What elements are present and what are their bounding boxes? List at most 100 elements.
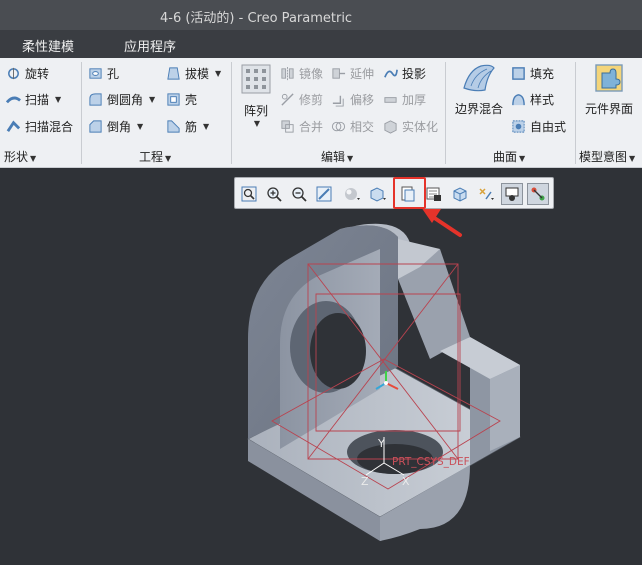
chevron-down-icon: ▼ [253, 119, 261, 128]
extend-icon [332, 67, 346, 79]
ribbon: 旋转 扫描 ▼ 扫描混合 形状 ▼ 孔 倒圆角 ▼ 倒角 ▼ 拔模 ▼ 壳 筋 ▼ [0, 58, 642, 168]
chevron-down-icon: ▼ [149, 94, 156, 104]
freestyle-button[interactable]: 自由式 [511, 115, 566, 137]
mirror-icon [281, 66, 294, 80]
annotation-display-button[interactable] [501, 183, 523, 205]
editing-group-text: 编辑 [321, 150, 346, 164]
shell-icon [167, 92, 180, 106]
datum-display-button[interactable] [475, 183, 497, 205]
surfaces-group-label[interactable]: 曲面 ▼ [493, 148, 525, 165]
refit-icon [241, 186, 257, 202]
revolve-label: 旋转 [25, 66, 50, 81]
model-canvas[interactable]: Y X Z PRT_CSYS_DEF [0, 169, 642, 565]
chevron-down-icon: ▼ [30, 154, 37, 163]
offset-label: 偏移 [350, 92, 375, 107]
tab-applications[interactable]: 应用程序 [124, 36, 176, 55]
saved-views-button[interactable] [367, 183, 389, 205]
merge-icon [281, 119, 294, 133]
editing-group-label[interactable]: 编辑 ▼ [321, 148, 353, 165]
sweep-button[interactable]: 扫描 ▼ [6, 88, 61, 110]
chevron-down-icon: ▼ [347, 154, 354, 163]
merge-button[interactable]: 合并 [280, 115, 323, 137]
swept-blend-button[interactable]: 扫描混合 [6, 115, 73, 137]
trim-button[interactable]: 修剪 [280, 88, 323, 110]
project-button[interactable]: 投影 [383, 62, 426, 84]
offset-icon [332, 95, 344, 107]
offset-button[interactable]: 偏移 [331, 88, 374, 110]
round-icon [89, 92, 102, 106]
divider [445, 62, 446, 164]
chevron-down-icon: ▼ [55, 94, 62, 104]
orient-button[interactable] [449, 183, 471, 205]
shape-group-label[interactable]: 形状 ▼ [4, 148, 36, 165]
intersect-label: 相交 [350, 119, 375, 134]
engineering-group-text: 工程 [139, 150, 164, 164]
repaint-icon [316, 186, 332, 202]
surfaces-group-text: 曲面 [493, 150, 518, 164]
chamfer-button[interactable]: 倒角 ▼ [88, 115, 143, 137]
component-interface-button[interactable]: 元件界面 [580, 62, 638, 117]
shell-button[interactable]: 壳 [166, 88, 197, 110]
chevron-down-icon: ▼ [519, 154, 526, 163]
divider [81, 62, 82, 164]
zoom-out-button[interactable] [288, 183, 310, 205]
pattern-label: 阵列 [243, 104, 268, 118]
draft-label: 拔模 [185, 66, 210, 81]
chevron-down-icon: ▼ [137, 121, 144, 131]
spin-center-button[interactable] [423, 183, 445, 205]
component-interface-label: 元件界面 [584, 102, 633, 116]
pattern-button[interactable]: 阵列 ▼ [238, 64, 274, 128]
appearance-button[interactable] [527, 183, 549, 205]
boundary-blend-label: 边界混合 [454, 102, 503, 116]
extend-button[interactable]: 延伸 [331, 62, 374, 84]
datum-display-icon [479, 188, 494, 200]
swept-blend-icon [6, 120, 21, 132]
revolve-button[interactable]: 旋转 [6, 62, 49, 84]
appearance-icon [531, 187, 545, 201]
engineering-group-label[interactable]: 工程 ▼ [139, 148, 171, 165]
refit-button[interactable] [238, 183, 260, 205]
divider [231, 62, 232, 164]
hole-label: 孔 [107, 66, 120, 81]
swept-blend-label: 扫描混合 [25, 119, 74, 134]
csys-name-label: PRT_CSYS_DEF [392, 456, 470, 468]
intersect-button[interactable]: 相交 [331, 115, 374, 137]
display-style-button[interactable] [341, 183, 363, 205]
round-label: 倒圆角 [107, 92, 144, 107]
zoom-in-button[interactable] [263, 183, 285, 205]
trim-icon [281, 92, 294, 106]
draft-button[interactable]: 拔模 ▼ [166, 62, 221, 84]
csys-y-label: Y [377, 437, 385, 450]
spin-center-toggle-icon [426, 187, 441, 201]
thicken-icon [384, 96, 397, 103]
freestyle-icon [512, 119, 525, 133]
mirror-button[interactable]: 镜像 [280, 62, 323, 84]
rib [398, 239, 470, 359]
chevron-down-icon: ▼ [215, 68, 222, 78]
style-button[interactable]: 样式 [511, 88, 554, 110]
solidify-icon [384, 119, 397, 134]
graphics-window[interactable]: Y X Z PRT_CSYS_DEF [0, 169, 642, 565]
model-intent-group-label[interactable]: 模型意图 ▼ [579, 148, 635, 165]
component-interface-icon [595, 64, 623, 92]
hole-button[interactable]: 孔 [88, 62, 119, 84]
fill-label: 填充 [530, 66, 555, 81]
annotation-arrow [421, 207, 462, 237]
boundary-blend-icon [463, 64, 495, 92]
repaint-button[interactable] [313, 183, 335, 205]
round-button[interactable]: 倒圆角 ▼ [88, 88, 155, 110]
zoom-in-icon [267, 187, 282, 202]
hole-icon [89, 67, 102, 79]
model-intent-group-text: 模型意图 [579, 150, 628, 164]
style-icon [512, 93, 525, 105]
intersect-icon [331, 121, 346, 131]
solidify-button[interactable]: 实体化 [383, 115, 438, 137]
boundary-blend-button[interactable]: 边界混合 [451, 62, 507, 117]
thicken-button[interactable]: 加厚 [383, 88, 426, 110]
fill-button[interactable]: 填充 [511, 62, 554, 84]
chamfer-icon [89, 119, 102, 133]
rib-button[interactable]: 筋 ▼ [166, 115, 209, 137]
solidify-label: 实体化 [402, 119, 439, 134]
annotation-display-icon [505, 187, 519, 201]
tab-flexible-modeling[interactable]: 柔性建模 [22, 36, 74, 55]
